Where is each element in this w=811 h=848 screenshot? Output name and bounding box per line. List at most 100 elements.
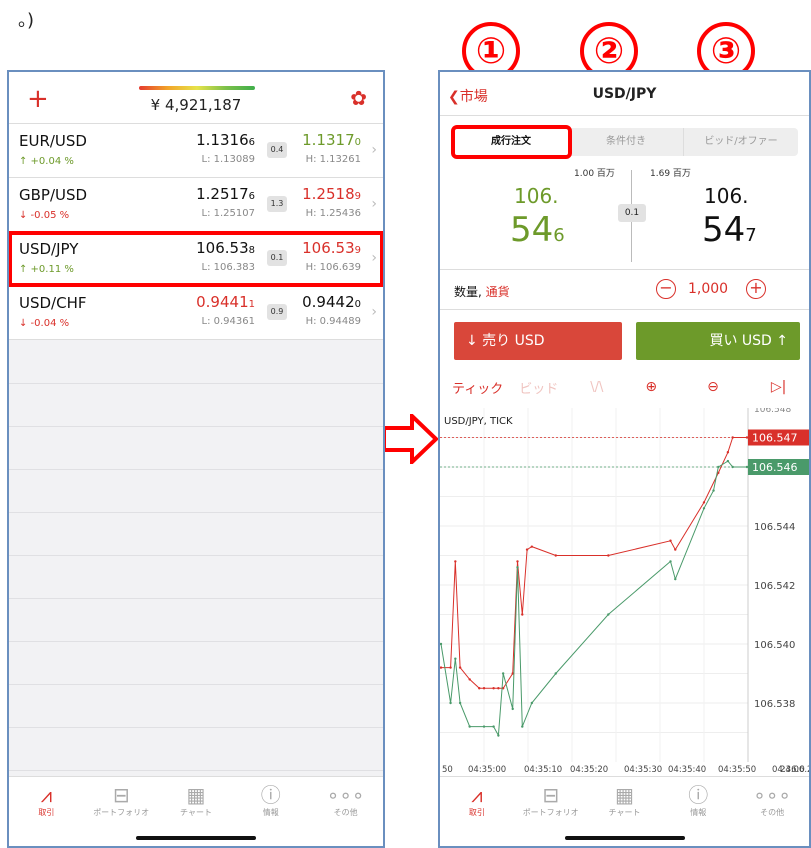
- tab-0[interactable]: ⩘ 取引: [9, 777, 84, 846]
- chart-tab-bid[interactable]: ビッド: [519, 378, 558, 397]
- decrease-quantity-button[interactable]: −: [656, 279, 676, 299]
- chart-x-axis: 50 04:35:00 04:35:10 04:35:20 04:35:30 04:35:…: [442, 765, 809, 775]
- ask-main: 1.2518: [302, 185, 355, 203]
- list-divider: [9, 641, 383, 642]
- calendar-chart-icon: ▦: [186, 783, 206, 807]
- list-divider: [9, 727, 383, 728]
- tick-point-bid: [745, 465, 749, 469]
- daily-change: ↓ -0.04 %: [19, 318, 70, 329]
- x-tick-label: 04:35:00: [468, 765, 506, 775]
- tab-0[interactable]: ⩘ 取引: [440, 777, 514, 846]
- info-icon: ⓘ: [688, 783, 709, 807]
- tick-point-ask: [669, 539, 672, 542]
- tab-label: その他: [760, 808, 785, 817]
- spread-badge: 0.4: [267, 142, 287, 158]
- last-ask-label: 106.547: [752, 432, 798, 445]
- high-price: H: 1.13261: [305, 154, 361, 165]
- quote-row[interactable]: USD/CHF ↓ -0.04 % 0.94411 L: 0.94361 0.9 0.94…: [9, 286, 383, 340]
- right-header: ❮市場 USD/JPY: [440, 72, 809, 116]
- ask-price[interactable]: 0.94420: [302, 293, 361, 311]
- tab-bid-offer[interactable]: ビッド/オファー: [684, 128, 798, 156]
- currency-pair: USD/CHF: [19, 294, 87, 312]
- tab-4[interactable]: ∘∘∘ その他: [735, 777, 809, 846]
- tick-point-bid: [516, 566, 519, 569]
- daily-change: ↓ -0.05 %: [19, 210, 70, 221]
- quote-list: EUR/USD ↑ +0.04 % 1.13166 L: 1.13089 0.4 1.13…: [9, 124, 383, 340]
- quote-row[interactable]: USD/JPY ↑ +0.11 % 106.538 L: 106.383 0.1 106.…: [9, 231, 383, 287]
- ask-pip: 9: [354, 191, 361, 202]
- ask-main: 0.9442: [302, 293, 355, 311]
- bid-pip: 6: [248, 137, 255, 148]
- chevron-right-icon: ›: [371, 250, 377, 266]
- tab-4[interactable]: ∘∘∘ その他: [308, 777, 383, 846]
- high-price: H: 0.94489: [305, 316, 361, 327]
- high-price: H: 1.25436: [305, 208, 361, 219]
- sell-button[interactable]: ↓ 売り USD: [454, 322, 622, 360]
- spread-badge: 0.1: [618, 204, 646, 222]
- trade-icon: ⩘: [471, 783, 483, 807]
- bid-price[interactable]: 1.25176: [196, 185, 255, 203]
- skip-to-end-icon[interactable]: ▷|: [771, 379, 786, 395]
- list-divider: [9, 426, 383, 427]
- tick-point-bid: [554, 672, 557, 675]
- left-header: + ¥ 4,921,187 ✿: [9, 72, 383, 124]
- chart-type-toggle[interactable]: \/\: [590, 380, 603, 395]
- ask-price[interactable]: 1.25189: [302, 185, 361, 203]
- low-price: L: 0.94361: [201, 316, 255, 327]
- zoom-out-icon[interactable]: ⊖: [707, 379, 719, 395]
- sell-price-main: 54: [510, 210, 554, 250]
- intro-text: 。): [18, 10, 35, 31]
- sell-price-prefix: 106.: [514, 184, 559, 208]
- buy-button[interactable]: 買い USD ↑: [636, 322, 800, 360]
- tab-market-order[interactable]: 成行注文: [451, 125, 572, 159]
- buy-price-pip: 7: [745, 225, 757, 246]
- tick-point-bid: [726, 459, 730, 463]
- increase-quantity-button[interactable]: +: [746, 279, 766, 299]
- ask-price[interactable]: 1.13170: [302, 131, 361, 149]
- empty-list-area: [9, 340, 383, 776]
- quote-row[interactable]: EUR/USD ↑ +0.04 % 1.13166 L: 1.13089 0.4 1.13…: [9, 124, 383, 178]
- margin-gradient-bar: [139, 86, 255, 90]
- chevron-right-icon: ›: [371, 142, 377, 158]
- list-divider: [9, 383, 383, 384]
- tab-label: 情報: [690, 808, 707, 817]
- bid-pip: 6: [248, 191, 255, 202]
- currency-pair: GBP/USD: [19, 186, 88, 204]
- bid-main: 1.1316: [196, 131, 249, 149]
- home-indicator: [136, 836, 256, 840]
- more-icon: ∘∘∘: [753, 783, 791, 807]
- ask-price[interactable]: 106.539: [302, 239, 361, 257]
- last-bid-label: 106.546: [752, 461, 798, 474]
- tick-chart[interactable]: 106.546 106.544 106.542 106.540 106.538 106.5…: [440, 408, 811, 762]
- tick-point-bid: [497, 734, 500, 737]
- list-divider: [9, 684, 383, 685]
- list-divider: [9, 555, 383, 556]
- currency-selector[interactable]: 通貨: [486, 285, 510, 299]
- tick-point-bid: [458, 701, 462, 705]
- low-price: L: 1.13089: [201, 154, 255, 165]
- chart-tab-tick[interactable]: ティック: [452, 378, 503, 397]
- quantity-value[interactable]: 1,000: [688, 281, 728, 297]
- left-phone-screen: + ¥ 4,921,187 ✿ EUR/USD ↑ +0.04 % 1.13166 L…: [7, 70, 385, 848]
- calendar-chart-icon: ▦: [615, 783, 634, 807]
- tab-label: 情報: [262, 808, 279, 817]
- bid-price[interactable]: 0.94411: [196, 293, 255, 311]
- bid-pip: 1: [248, 299, 255, 310]
- tab-conditional[interactable]: 条件付き: [569, 128, 684, 156]
- tab-label: ポートフォリオ: [93, 808, 150, 817]
- bid-price[interactable]: 1.13166: [196, 131, 255, 149]
- zoom-in-icon[interactable]: ⊕: [645, 379, 657, 395]
- spread-badge: 1.3: [267, 196, 287, 212]
- x-tick-label: 50: [442, 765, 453, 775]
- gear-icon[interactable]: ✿: [350, 86, 367, 110]
- buy-price[interactable]: 547: [702, 210, 757, 250]
- tick-point-bid: [482, 725, 486, 728]
- daily-change: ↑ +0.04 %: [19, 156, 74, 167]
- bid-price[interactable]: 106.538: [196, 239, 255, 257]
- sell-price[interactable]: 546: [510, 210, 565, 250]
- daily-change: ↑ +0.11 %: [19, 264, 74, 275]
- tab-label: その他: [333, 808, 358, 817]
- bid-main: 0.9441: [196, 293, 249, 311]
- tick-point-ask: [525, 548, 529, 551]
- quote-row[interactable]: GBP/USD ↓ -0.05 % 1.25176 L: 1.25107 1.3 1.25…: [9, 178, 383, 232]
